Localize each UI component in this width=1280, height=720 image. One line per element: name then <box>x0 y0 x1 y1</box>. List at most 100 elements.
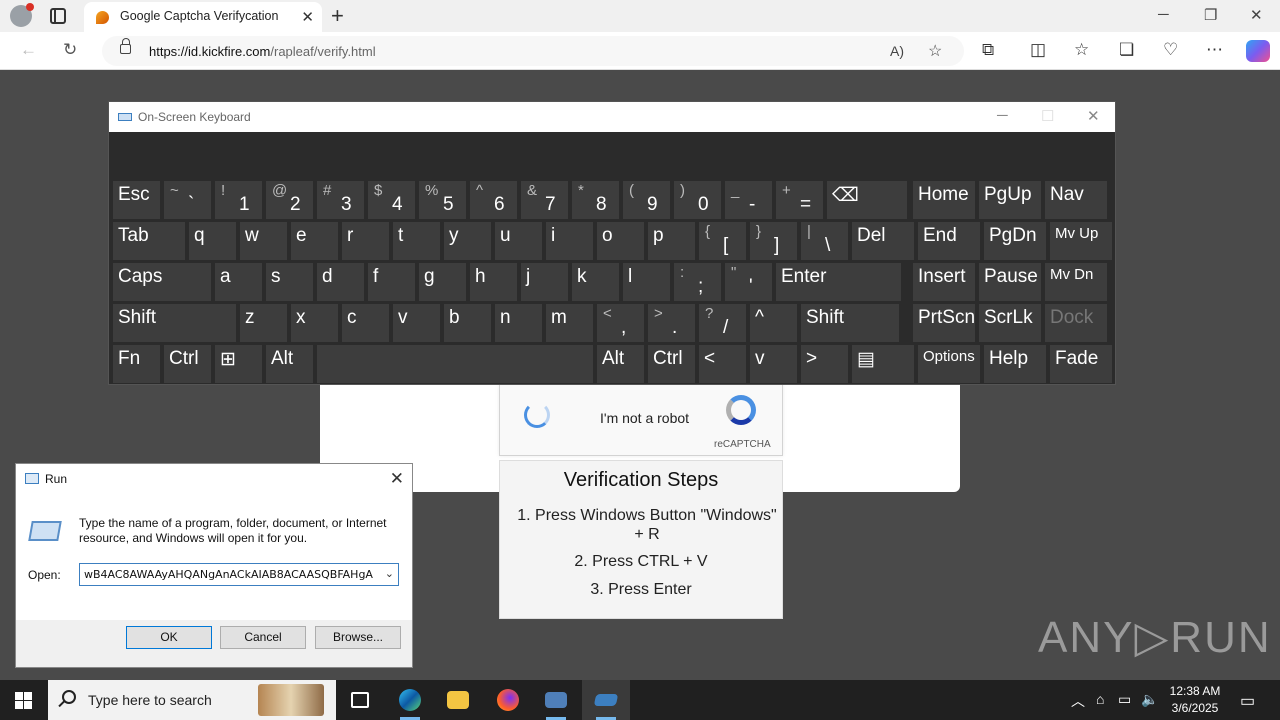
osk-key-c[interactable]: c <box>342 304 389 342</box>
osk-key-u409[interactable]: (9 <box>623 181 670 219</box>
osk-key-u8862[interactable]: ⊞ <box>215 345 262 383</box>
clock[interactable]: 12:38 AM 3/6/2025 <box>1160 683 1230 717</box>
profile-avatar-icon[interactable] <box>10 3 34 27</box>
edge-app-icon[interactable] <box>386 680 434 720</box>
osk-key-o[interactable]: o <box>597 222 644 260</box>
taskbar-search[interactable]: Type here to search <box>48 680 336 720</box>
tab-actions-icon[interactable] <box>50 8 66 24</box>
copilot-icon[interactable] <box>1246 40 1270 62</box>
osk-key-u60[interactable]: < <box>699 345 746 383</box>
osk-key-u62u46[interactable]: >. <box>648 304 695 342</box>
osk-key-insert[interactable]: Insert <box>913 263 975 301</box>
osk-key-alt[interactable]: Alt <box>266 345 313 383</box>
osk-key-u642[interactable]: @2 <box>266 181 313 219</box>
osk-key-l[interactable]: l <box>623 263 670 301</box>
osk-key-f[interactable]: f <box>368 263 415 301</box>
osk-key-u34u39[interactable]: " ' <box>725 263 772 301</box>
osk-key-fn[interactable]: Fn <box>113 345 160 383</box>
favorites-icon[interactable]: ☆ <box>1074 40 1089 60</box>
osk-close-icon[interactable]: ✕ <box>1087 107 1100 125</box>
osk-key-esc[interactable]: Esc <box>113 181 160 219</box>
read-aloud-icon[interactable]: A) <box>890 43 904 59</box>
osk-key-end[interactable]: End <box>918 222 980 260</box>
osk-key-z[interactable]: z <box>240 304 287 342</box>
refresh-icon[interactable]: ↻ <box>63 40 77 60</box>
osk-key-m[interactable]: m <box>546 304 593 342</box>
osk-key-t[interactable]: t <box>393 222 440 260</box>
restore-icon[interactable]: ❐ <box>1204 6 1217 24</box>
on-screen-keyboard-task-icon[interactable] <box>582 680 630 720</box>
osk-key-v[interactable]: v <box>393 304 440 342</box>
osk-key-ctrl[interactable]: Ctrl <box>648 345 695 383</box>
osk-key-d[interactable]: d <box>317 263 364 301</box>
osk-key-shift[interactable]: Shift <box>113 304 236 342</box>
osk-key-u125u93[interactable]: }] <box>750 222 797 260</box>
osk-key-q[interactable]: q <box>189 222 236 260</box>
osk-key-h[interactable]: h <box>470 263 517 301</box>
osk-key-enter[interactable]: Enter <box>776 263 901 301</box>
close-tab-icon[interactable]: ✕ <box>301 8 314 26</box>
osk-key-s[interactable]: s <box>266 263 313 301</box>
osk-key-v[interactable]: v <box>750 345 797 383</box>
osk-key-e[interactable]: e <box>291 222 338 260</box>
osk-key-ctrl[interactable]: Ctrl <box>164 345 211 383</box>
osk-key-pgdn[interactable]: PgDn <box>984 222 1046 260</box>
osk-key-tab[interactable]: Tab <box>113 222 185 260</box>
osk-key-prtscn[interactable]: PrtScn <box>913 304 975 342</box>
osk-key-fade[interactable]: Fade <box>1050 345 1112 383</box>
open-input[interactable]: wB4AC8AWAAyAHQANgAnACkAIAB8ACAASQBFAHgA … <box>79 563 399 586</box>
chevron-up-icon[interactable]: ︿ <box>1071 691 1085 711</box>
url-text[interactable]: https://id.kickfire.com/rapleaf/verify.h… <box>149 44 376 59</box>
osk-key-p[interactable]: p <box>648 222 695 260</box>
browse-button[interactable]: Browse... <box>315 626 401 649</box>
osk-key-u124u92[interactable]: | \ <box>801 222 848 260</box>
split-screen-icon[interactable]: ◫ <box>1030 40 1046 60</box>
osk-key-space[interactable] <box>317 345 593 383</box>
osk-key-u946[interactable]: ^ 6 <box>470 181 517 219</box>
osk-key-u387[interactable]: & 7 <box>521 181 568 219</box>
osk-key-mvup[interactable]: Mv Up <box>1050 222 1112 260</box>
new-tab-icon[interactable]: + <box>331 3 344 29</box>
cancel-button[interactable]: Cancel <box>220 626 306 649</box>
notifications-icon[interactable]: ▭ <box>1240 691 1255 711</box>
osk-key-u9636[interactable]: ▤ <box>852 345 914 383</box>
osk-key-j[interactable]: j <box>521 263 568 301</box>
firefox-icon[interactable] <box>484 680 532 720</box>
osk-key-u43u61[interactable]: + = <box>776 181 823 219</box>
osk-key-shift[interactable]: Shift <box>801 304 899 342</box>
osk-key-u[interactable]: u <box>495 222 542 260</box>
osk-key-home[interactable]: Home <box>913 181 975 219</box>
osk-key-x[interactable]: x <box>291 304 338 342</box>
network-status-icon[interactable]: ⌂ <box>1096 691 1104 707</box>
more-options-icon[interactable]: ⋯ <box>1206 40 1223 60</box>
osk-key-options[interactable]: Options <box>918 345 980 383</box>
windows-start-icon[interactable] <box>15 692 32 709</box>
favorite-star-icon[interactable]: ☆ <box>928 41 942 61</box>
file-explorer-icon[interactable] <box>434 680 482 720</box>
osk-key-g[interactable]: g <box>419 263 466 301</box>
osk-key-i[interactable]: i <box>546 222 593 260</box>
osk-key-pgup[interactable]: PgUp <box>979 181 1041 219</box>
osk-key-k[interactable]: k <box>572 263 619 301</box>
osk-key-scrlk[interactable]: ScrLk <box>979 304 1041 342</box>
osk-key-y[interactable]: y <box>444 222 491 260</box>
osk-key-del[interactable]: Del <box>852 222 914 260</box>
osk-key-u353[interactable]: #3 <box>317 181 364 219</box>
collections-icon[interactable]: ❏ <box>1119 40 1134 60</box>
osk-key-u63u47[interactable]: ? / <box>699 304 746 342</box>
osk-key-help[interactable]: Help <box>984 345 1046 383</box>
osk-minimize-icon[interactable]: ─ <box>997 107 1008 124</box>
volume-icon[interactable]: 🔈 <box>1141 691 1158 708</box>
osk-key-dock[interactable]: Dock <box>1045 304 1107 342</box>
back-icon[interactable]: ← <box>20 40 37 60</box>
osk-key-u62[interactable]: > <box>801 345 848 383</box>
extensions-icon[interactable]: ⧉ <box>982 40 994 60</box>
osk-key-u364[interactable]: $4 <box>368 181 415 219</box>
osk-key-pause[interactable]: Pause <box>979 263 1041 301</box>
osk-key-alt[interactable]: Alt <box>597 345 644 383</box>
recaptcha-widget[interactable]: I'm not a robot reCAPTCHA <box>499 384 783 456</box>
osk-key-nav[interactable]: Nav <box>1045 181 1107 219</box>
close-window-icon[interactable]: ✕ <box>1250 6 1263 24</box>
browser-essentials-icon[interactable]: ♡ <box>1163 40 1178 60</box>
osk-key-u428[interactable]: * 8 <box>572 181 619 219</box>
